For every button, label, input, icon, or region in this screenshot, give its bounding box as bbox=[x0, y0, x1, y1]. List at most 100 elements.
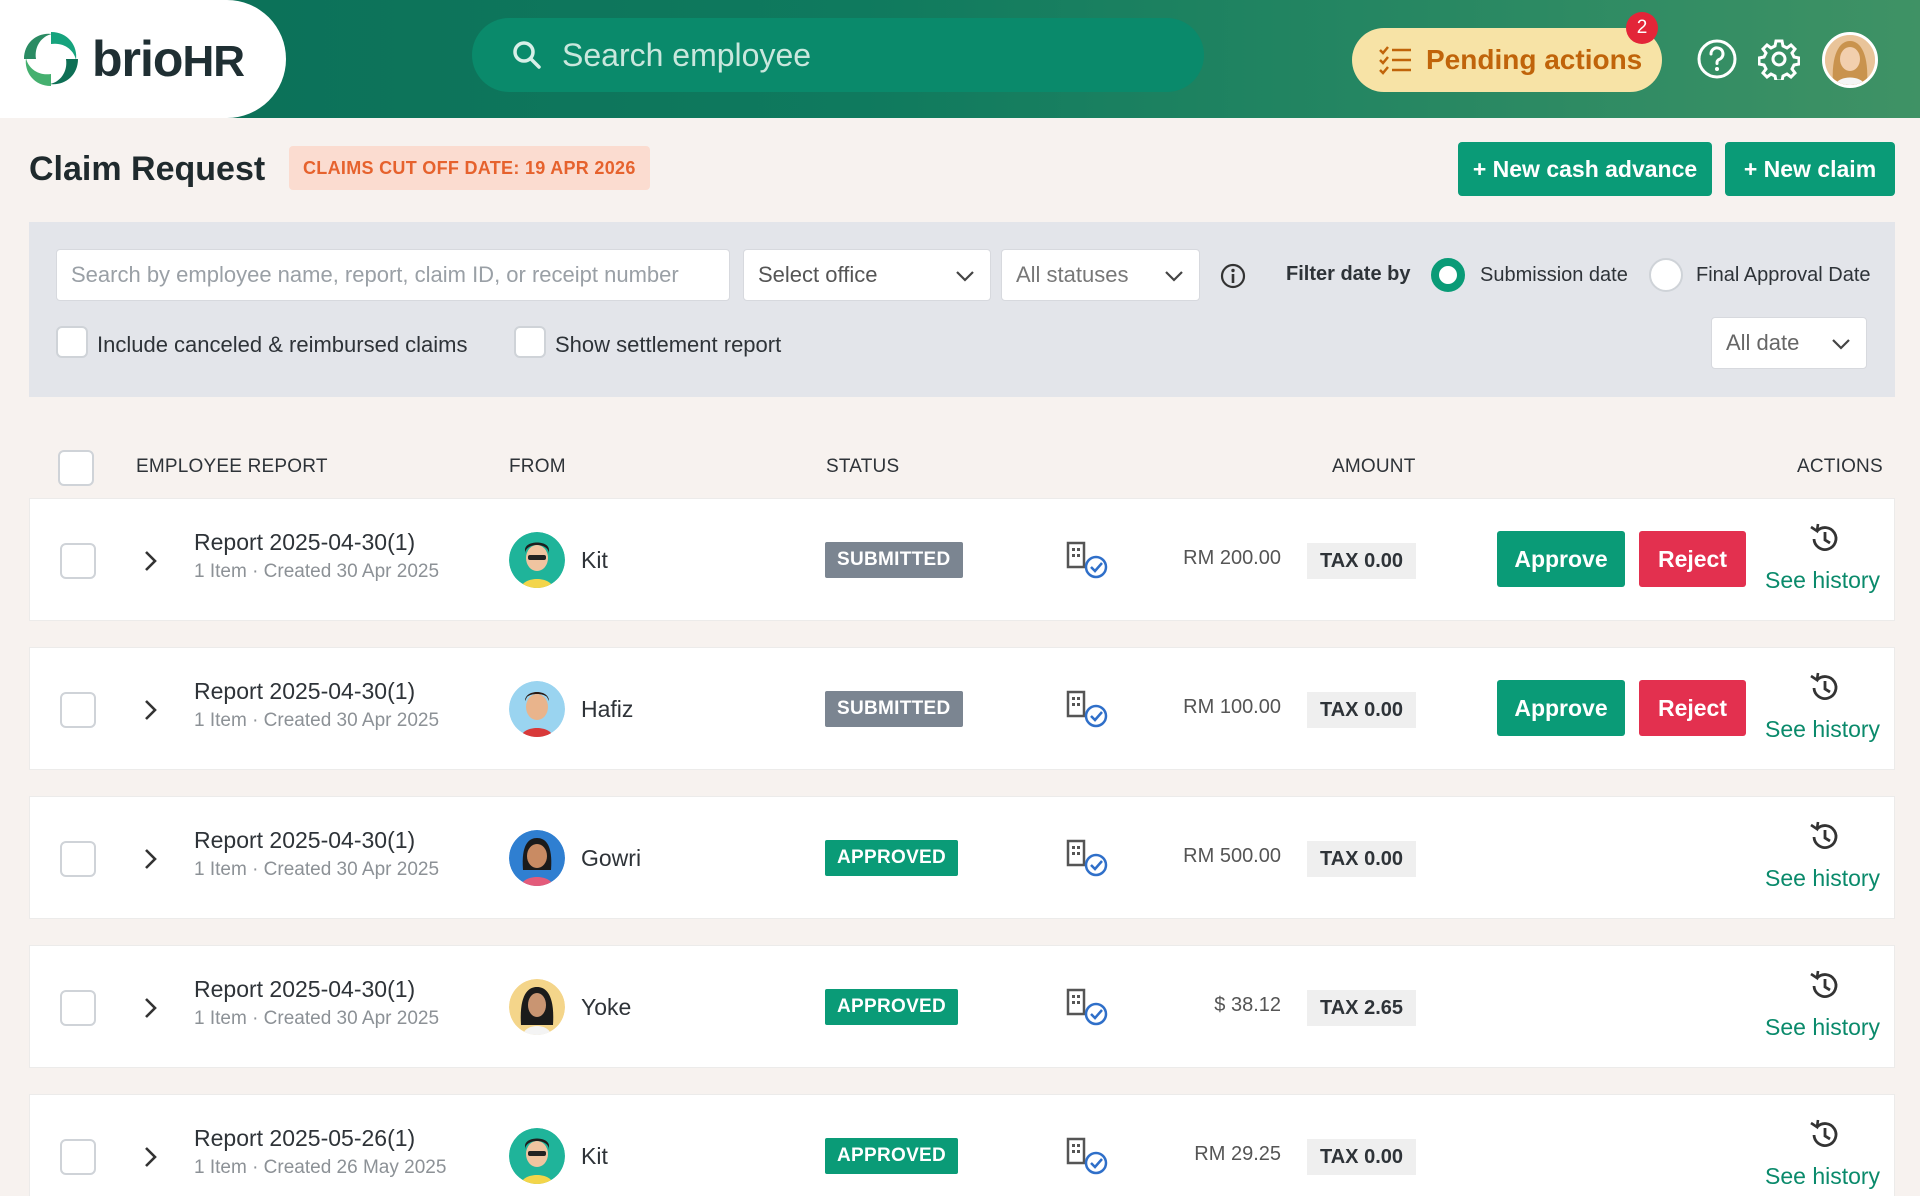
report-title[interactable]: Report 2025-05-26(1) bbox=[194, 1125, 415, 1152]
status-badge: SUBMITTED bbox=[825, 691, 963, 727]
table-row[interactable]: Report 2025-04-30(1) 1 Item · Created 30… bbox=[29, 647, 1895, 770]
filter-panel: Search by employee name, report, claim I… bbox=[29, 222, 1895, 397]
approve-button[interactable]: Approve bbox=[1497, 531, 1625, 587]
chevron-right-icon[interactable] bbox=[136, 696, 164, 724]
chevron-right-icon[interactable] bbox=[136, 845, 164, 873]
history-icon[interactable] bbox=[1807, 968, 1843, 1004]
employee-avatar bbox=[509, 532, 565, 588]
claim-amount: RM 500.00 bbox=[1183, 845, 1281, 867]
claim-search-field[interactable]: Search by employee name, report, claim I… bbox=[56, 249, 730, 301]
col-header-amount[interactable]: AMOUNT bbox=[1332, 456, 1416, 478]
employee-name: Hafiz bbox=[581, 696, 634, 722]
user-avatar[interactable] bbox=[1822, 32, 1878, 88]
page-title: Claim Request bbox=[29, 150, 266, 188]
employee-avatar bbox=[509, 681, 565, 737]
status-badge: APPROVED bbox=[825, 989, 959, 1025]
submission-date-radio[interactable] bbox=[1431, 258, 1465, 292]
col-header-status[interactable]: STATUS bbox=[826, 456, 899, 478]
office-verified-icon bbox=[1066, 988, 1108, 1026]
see-history-link[interactable]: See history bbox=[1765, 716, 1880, 743]
row-checkbox[interactable] bbox=[60, 990, 96, 1026]
see-history-link[interactable]: See history bbox=[1765, 567, 1880, 594]
row-checkbox[interactable] bbox=[60, 841, 96, 877]
office-select-value: Select office bbox=[758, 262, 878, 287]
status-badge: SUBMITTED bbox=[825, 542, 963, 578]
pending-actions-label: Pending actions bbox=[1426, 44, 1643, 75]
status-badge: APPROVED bbox=[825, 1138, 959, 1174]
show-settlement-checkbox[interactable] bbox=[514, 326, 546, 358]
checklist-icon bbox=[1379, 46, 1411, 75]
report-meta: 1 Item · Created 30 Apr 2025 bbox=[194, 1008, 440, 1029]
history-icon[interactable] bbox=[1807, 819, 1843, 855]
pending-actions-button[interactable]: Pending actions 2 bbox=[1352, 12, 1662, 92]
table-row[interactable]: Report 2025-04-30(1) 1 Item · Created 30… bbox=[29, 796, 1895, 919]
chevron-right-icon[interactable] bbox=[136, 994, 164, 1022]
help-icon[interactable] bbox=[1696, 38, 1738, 80]
claim-search-placeholder: Search by employee name, report, claim I… bbox=[71, 262, 679, 287]
chevron-right-icon[interactable] bbox=[136, 1143, 164, 1171]
settings-gear-icon[interactable] bbox=[1758, 38, 1800, 80]
tax-amount: TAX 0.00 bbox=[1307, 1139, 1416, 1175]
claim-amount: RM 200.00 bbox=[1183, 547, 1281, 569]
see-history-link[interactable]: See history bbox=[1765, 1163, 1880, 1190]
table-row[interactable]: Report 2025-05-26(1) 1 Item · Created 26… bbox=[29, 1094, 1895, 1196]
table-row[interactable]: Report 2025-04-30(1) 1 Item · Created 30… bbox=[29, 498, 1895, 621]
report-meta: 1 Item · Created 30 Apr 2025 bbox=[194, 561, 440, 582]
claims-cutoff-badge: CLAIMS CUT OFF DATE: 19 APR 2026 bbox=[289, 146, 650, 190]
status-badge: APPROVED bbox=[825, 840, 959, 876]
office-select[interactable]: Select office bbox=[743, 249, 991, 301]
history-icon[interactable] bbox=[1807, 1117, 1843, 1153]
employee-search-input[interactable] bbox=[562, 36, 1162, 74]
show-settlement-label: Show settlement report bbox=[555, 332, 782, 357]
user-portrait-icon bbox=[1825, 35, 1875, 85]
info-icon[interactable] bbox=[1219, 262, 1247, 290]
search-icon bbox=[513, 41, 541, 69]
history-icon[interactable] bbox=[1807, 670, 1843, 706]
report-title[interactable]: Report 2025-04-30(1) bbox=[194, 678, 415, 705]
new-claim-button[interactable]: + New claim bbox=[1725, 142, 1895, 196]
employee-name: Kit bbox=[581, 547, 608, 573]
row-checkbox[interactable] bbox=[60, 1139, 96, 1175]
status-select[interactable]: All statuses bbox=[1001, 249, 1200, 301]
include-canceled-checkbox[interactable] bbox=[56, 326, 88, 358]
final-approval-date-radio[interactable] bbox=[1649, 258, 1683, 292]
tax-amount: TAX 0.00 bbox=[1307, 841, 1416, 877]
row-checkbox[interactable] bbox=[60, 692, 96, 728]
reject-button[interactable]: Reject bbox=[1639, 531, 1746, 587]
report-meta: 1 Item · Created 26 May 2025 bbox=[194, 1157, 447, 1178]
date-range-select[interactable]: All date bbox=[1711, 317, 1867, 369]
reject-button[interactable]: Reject bbox=[1639, 680, 1746, 736]
see-history-link[interactable]: See history bbox=[1765, 865, 1880, 892]
col-header-actions: ACTIONS bbox=[1797, 456, 1883, 477]
employee-avatar bbox=[509, 1128, 565, 1184]
chevron-right-icon[interactable] bbox=[136, 547, 164, 575]
col-header-from[interactable]: FROM bbox=[509, 456, 566, 478]
history-icon[interactable] bbox=[1807, 521, 1843, 557]
employee-name: Kit bbox=[581, 1143, 608, 1169]
final-approval-date-label: Final Approval Date bbox=[1696, 264, 1871, 286]
employee-search[interactable] bbox=[472, 18, 1204, 92]
row-checkbox[interactable] bbox=[60, 543, 96, 579]
report-title[interactable]: Report 2025-04-30(1) bbox=[194, 976, 415, 1003]
tax-amount: TAX 0.00 bbox=[1307, 692, 1416, 728]
submission-date-label: Submission date bbox=[1480, 264, 1628, 286]
office-verified-icon bbox=[1066, 541, 1108, 579]
see-history-link[interactable]: See history bbox=[1765, 1014, 1880, 1041]
employee-name: Gowri bbox=[581, 845, 642, 871]
report-meta: 1 Item · Created 30 Apr 2025 bbox=[194, 710, 440, 731]
office-verified-icon bbox=[1066, 839, 1108, 877]
brand-logo[interactable]: brioHR bbox=[0, 0, 286, 118]
approve-button[interactable]: Approve bbox=[1497, 680, 1625, 736]
report-title[interactable]: Report 2025-04-30(1) bbox=[194, 529, 415, 556]
employee-avatar bbox=[509, 830, 565, 886]
new-cash-advance-button[interactable]: + New cash advance bbox=[1458, 142, 1712, 196]
office-verified-icon bbox=[1066, 690, 1108, 728]
table-row[interactable]: Report 2025-04-30(1) 1 Item · Created 30… bbox=[29, 945, 1895, 1068]
chevron-down-icon bbox=[1832, 339, 1850, 350]
claim-amount: RM 29.25 bbox=[1194, 1143, 1281, 1165]
report-title[interactable]: Report 2025-04-30(1) bbox=[194, 827, 415, 854]
brio-logo-icon bbox=[24, 32, 78, 86]
chevron-down-icon bbox=[1165, 271, 1183, 282]
select-all-checkbox[interactable] bbox=[58, 450, 94, 486]
col-header-employee-report[interactable]: EMPLOYEE REPORT bbox=[136, 456, 328, 478]
